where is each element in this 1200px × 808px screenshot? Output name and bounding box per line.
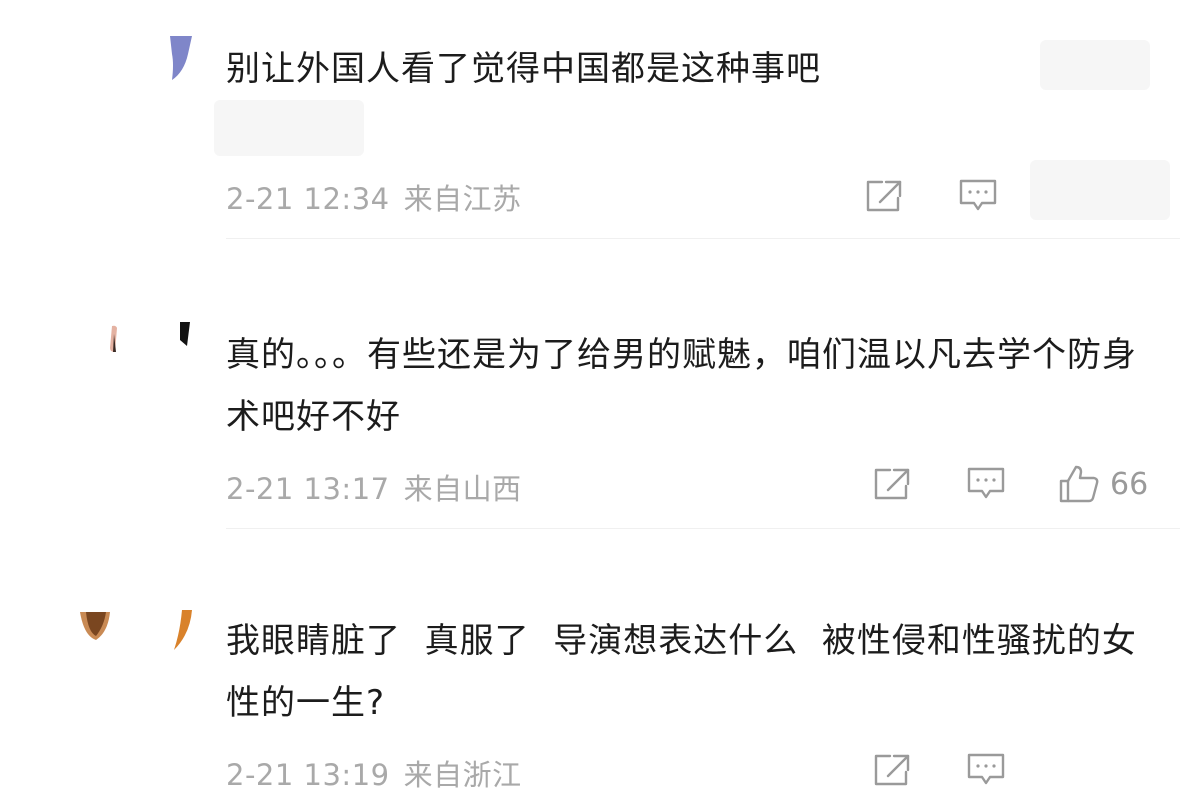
comment-text: 我眼睛脏了 真服了 导演想表达什么 被性侵和性骚扰的女性的一生?	[226, 621, 1137, 723]
avatar	[80, 612, 110, 640]
comment-meta: 2-21 13:19 来自浙江	[226, 752, 522, 794]
comment-meta: 2-21 12:34 来自江苏	[226, 176, 522, 218]
comment-location: 来自山西	[403, 472, 522, 506]
comment-item: 真的。。。有些还是为了给男的赋魅，咱们温以凡去学个防身术吧好不好 2-21 13…	[0, 240, 1200, 530]
avatar	[110, 325, 117, 352]
share-icon[interactable]	[864, 178, 904, 214]
comment-date: 2-21 12:34	[226, 182, 390, 216]
comment-meta: 2-21 13:17 来自山西	[226, 466, 522, 508]
comment-item: 别让外国人看了觉得中国都是这种事吧 2-21 12:34 来自江苏	[0, 0, 1200, 240]
comment-date: 2-21 13:19	[226, 758, 390, 792]
share-icon[interactable]	[872, 466, 912, 502]
like-count: 66	[1110, 466, 1149, 502]
comment-item: 我眼睛脏了 真服了 导演想表达什么 被性侵和性骚扰的女性的一生? 2-21 13…	[0, 530, 1200, 808]
avatar	[170, 36, 192, 80]
divider	[226, 238, 1180, 239]
thumbs-up-icon	[1059, 465, 1099, 503]
comment-icon[interactable]	[958, 178, 998, 214]
avatar	[180, 322, 190, 346]
comment-text: 别让外国人看了觉得中国都是这种事吧	[226, 49, 821, 89]
like-button[interactable]: 66	[1058, 464, 1148, 504]
avatar	[174, 610, 192, 650]
comment-location: 来自江苏	[403, 182, 522, 216]
comment-icon[interactable]	[966, 466, 1006, 502]
comment-text: 真的。。。有些还是为了给男的赋魅，咱们温以凡去学个防身术吧好不好	[226, 335, 1137, 437]
comment-date: 2-21 13:17	[226, 472, 390, 506]
comment-icon[interactable]	[966, 752, 1006, 788]
share-icon[interactable]	[872, 752, 912, 788]
comment-location: 来自浙江	[403, 758, 522, 792]
divider	[226, 528, 1180, 529]
